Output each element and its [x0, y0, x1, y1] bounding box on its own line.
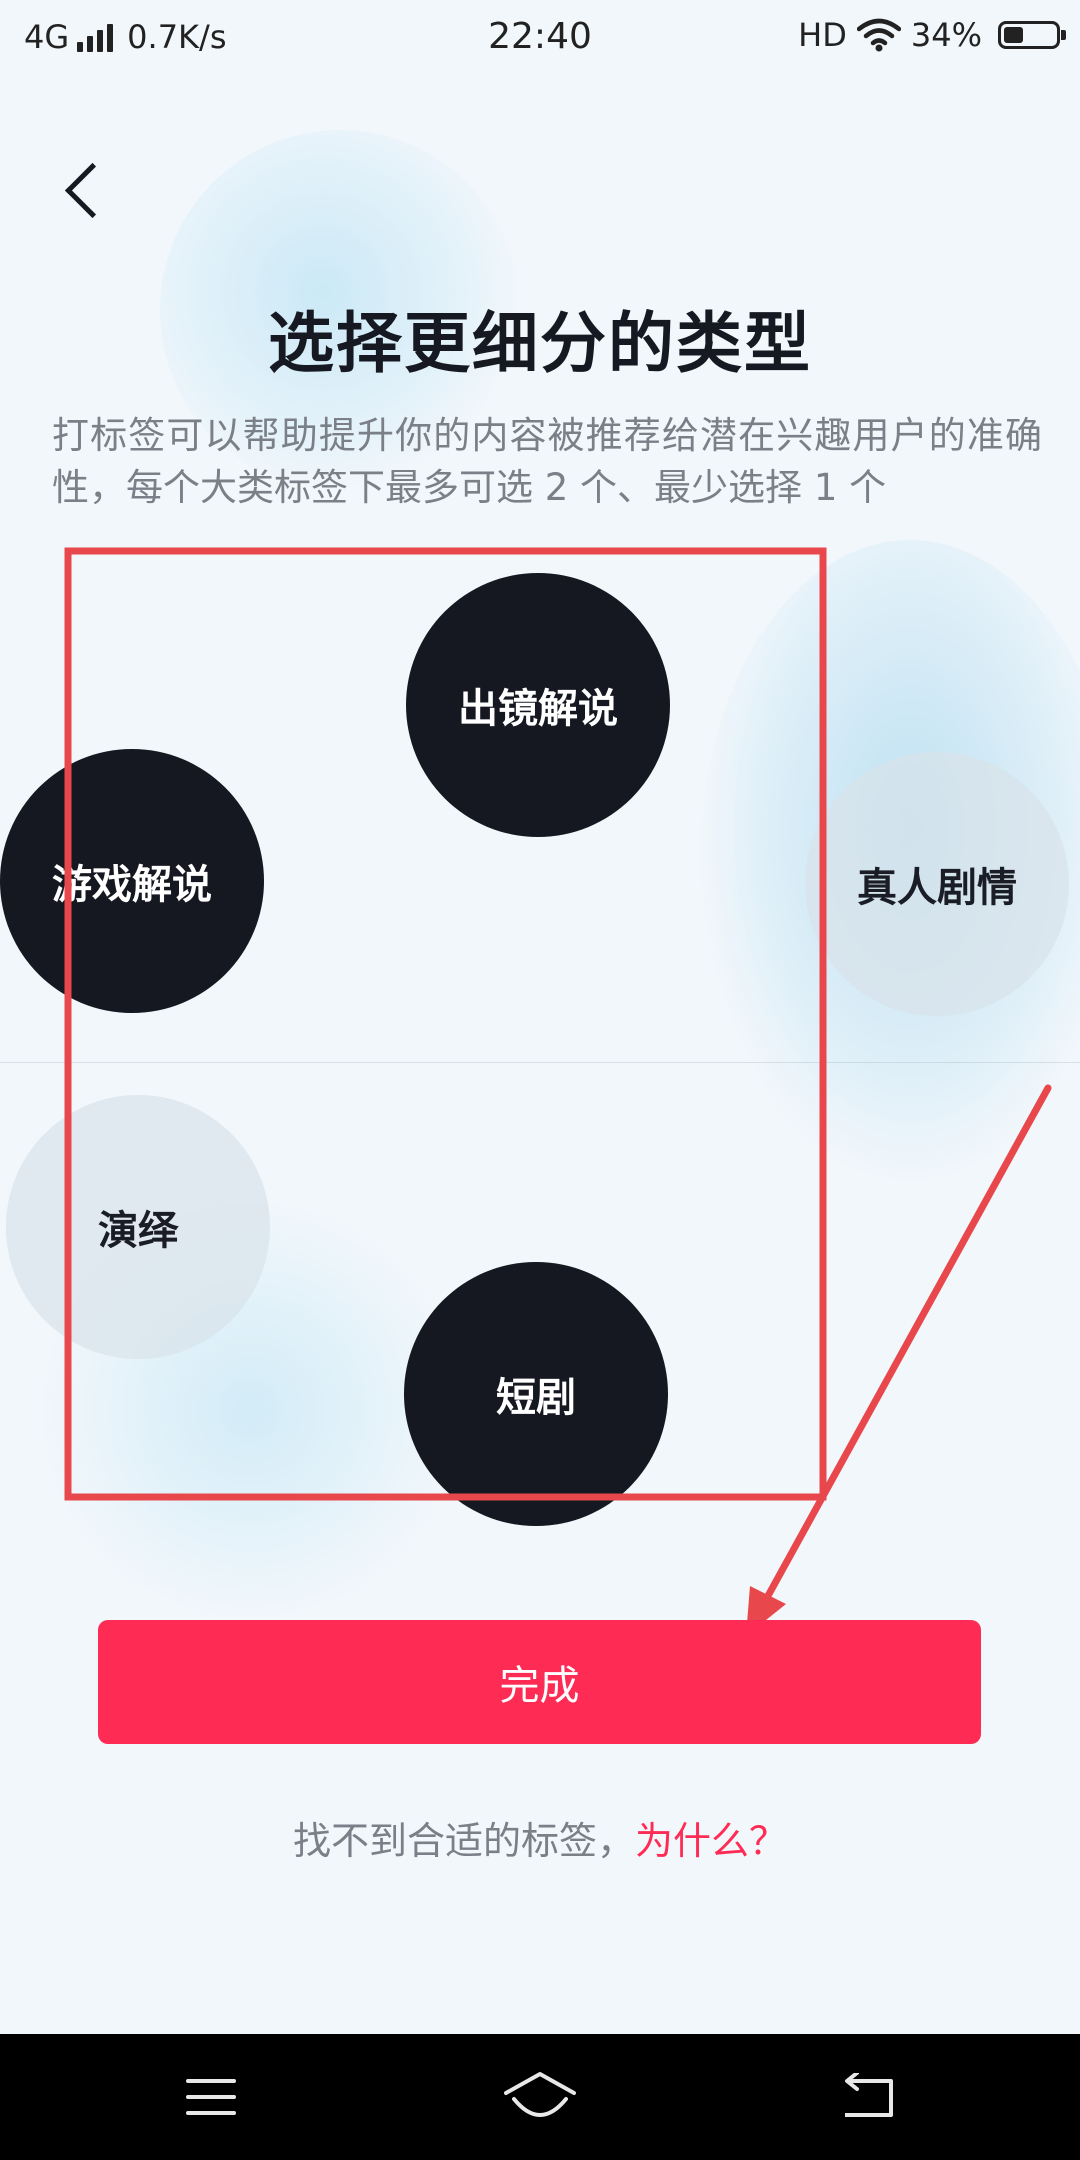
tag-selection-screen: 4G 0.7K/s 22:40 HD 34% 选择更细分的类型 打标签可以帮助提… — [0, 0, 1080, 2160]
tag-bubble-duanju[interactable]: 短剧 — [404, 1262, 668, 1526]
tag-label: 演绎 — [98, 1208, 178, 1254]
nav-back-button[interactable] — [789, 2034, 949, 2160]
status-bar: 4G 0.7K/s 22:40 HD 34% — [0, 0, 1080, 72]
tag-label: 真人剧情 — [857, 865, 1017, 911]
nav-home-button[interactable] — [460, 2034, 620, 2160]
battery-icon — [998, 21, 1066, 49]
menu-icon — [186, 2079, 236, 2115]
page-title: 选择更细分的类型 — [268, 305, 812, 382]
hd-indicator: HD — [798, 16, 847, 54]
tag-label: 短剧 — [496, 1375, 576, 1421]
back-button[interactable] — [50, 150, 120, 230]
annotation-arrow-line — [754, 1084, 1052, 1618]
page-subtitle: 打标签可以帮助提升你的内容被推荐给潜在兴趣用户的准确性，每个大类标签下最多可选 … — [52, 414, 1042, 509]
help-text: 找不到合适的标签， — [292, 1819, 635, 1863]
wifi-icon — [856, 18, 901, 52]
tag-label: 游戏解说 — [52, 862, 212, 908]
tag-bubble-youxi-jieshuo[interactable]: 游戏解说 — [0, 749, 264, 1013]
tag-bubble-chujing-jieshuo[interactable]: 出镜解说 — [406, 573, 670, 837]
tag-label: 出镜解说 — [458, 686, 618, 732]
battery-fill — [1004, 27, 1024, 43]
why-link[interactable]: 为什么？ — [635, 1819, 787, 1863]
back-chevron-icon — [64, 162, 120, 218]
help-line: 找不到合适的标签，为什么？ — [0, 1810, 1080, 1865]
tag-bubble-yanyi[interactable]: 演绎 — [6, 1095, 270, 1359]
home-icon — [504, 2072, 576, 2117]
nav-menu-button[interactable] — [131, 2034, 291, 2160]
tag-bubble-zhenren-juqing[interactable]: 真人剧情 — [805, 752, 1069, 1016]
return-icon — [845, 2073, 893, 2117]
divider — [0, 1062, 1080, 1063]
battery-percent: 34% — [910, 16, 982, 54]
status-right: HD 34% — [798, 16, 1066, 54]
navigation-bar — [0, 2034, 1080, 2160]
done-button[interactable]: 完成 — [98, 1620, 981, 1744]
